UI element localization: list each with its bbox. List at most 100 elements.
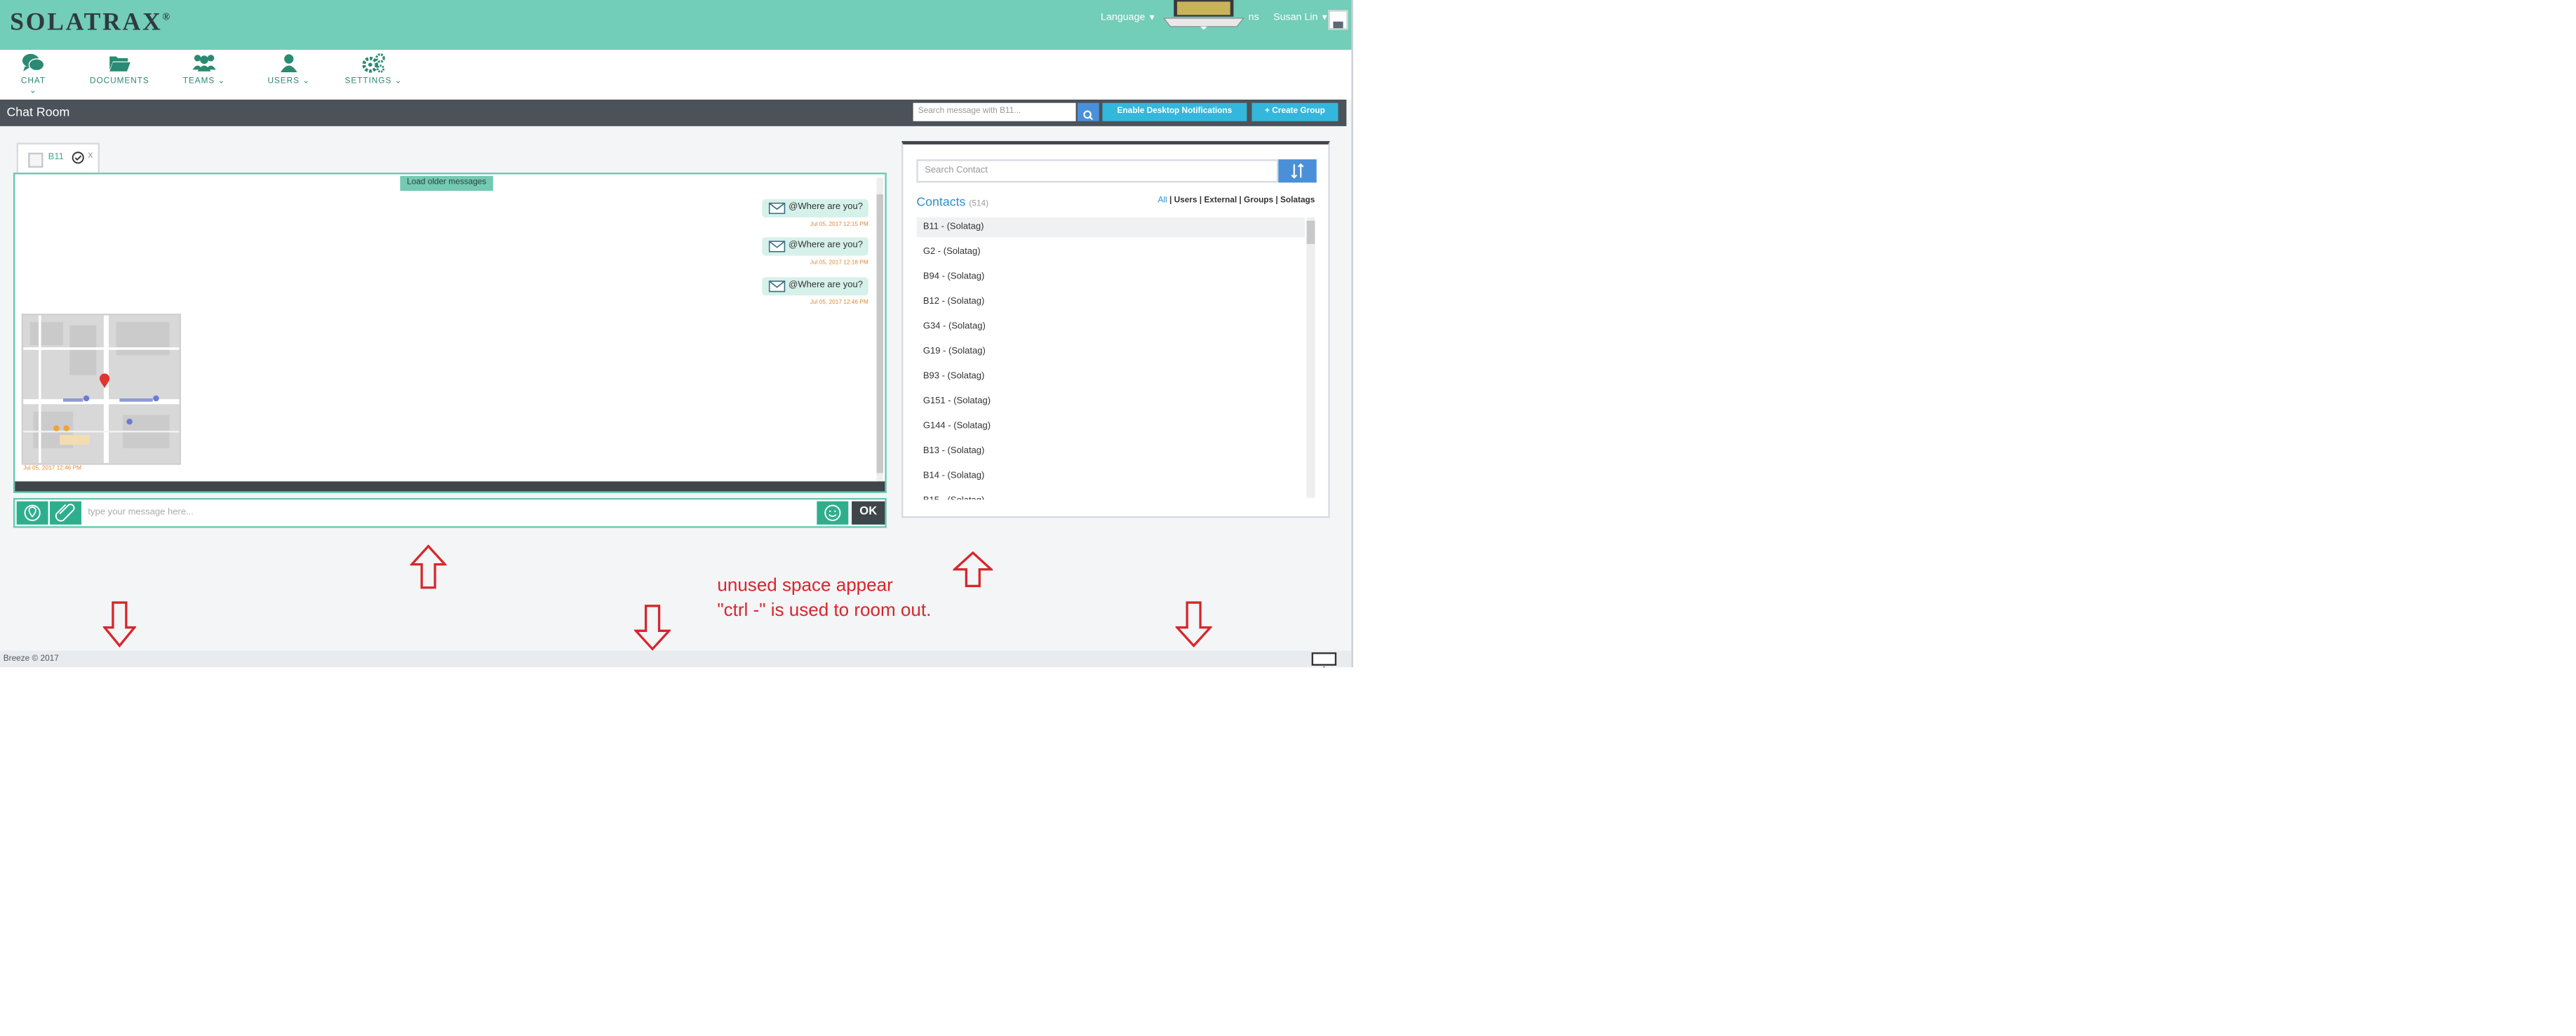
contacts-count: (514) bbox=[969, 199, 989, 210]
filter-external[interactable]: External bbox=[1204, 196, 1237, 206]
user-menu[interactable]: Susan Lin ▼ bbox=[1273, 13, 1329, 23]
laptop-image bbox=[1162, 0, 1245, 30]
chat-scrollbar[interactable] bbox=[876, 177, 884, 482]
contact-row[interactable]: B93 - (Solatag) bbox=[916, 367, 1305, 386]
avatar-icon bbox=[1333, 21, 1343, 29]
sort-contacts-button[interactable] bbox=[1278, 159, 1317, 183]
attach-button[interactable] bbox=[49, 501, 81, 525]
nav-chat[interactable]: CHAT ⌄ bbox=[17, 53, 50, 97]
map-thumbnail bbox=[23, 315, 180, 464]
message-input[interactable]: type your message here... bbox=[88, 503, 812, 523]
message-search-input[interactable]: Search message with B11... bbox=[913, 102, 1076, 121]
nav-documents[interactable]: DOCUMENTS bbox=[88, 53, 151, 86]
copyright-text: Breeze © 2017 bbox=[3, 654, 59, 664]
nav-teams[interactable]: TEAMS ⌄ bbox=[182, 53, 226, 86]
filter-solatags[interactable]: Solatags bbox=[1280, 196, 1315, 206]
message-timestamp: Jul 05, 2017 12:18 PM bbox=[810, 259, 868, 266]
caret-down-icon: ▼ bbox=[1148, 13, 1156, 24]
contact-row[interactable]: B13 - (Solatag) bbox=[916, 442, 1305, 462]
close-tab-button[interactable]: x bbox=[88, 151, 93, 161]
caret-down-icon: ▼ bbox=[1320, 13, 1329, 24]
load-older-button[interactable]: Load older messages bbox=[400, 175, 493, 191]
contact-row[interactable]: G19 - (Solatag) bbox=[916, 342, 1305, 362]
envelope-icon bbox=[768, 202, 786, 215]
back-to-top-button[interactable] bbox=[1311, 652, 1337, 668]
footer: Breeze © 2017 bbox=[0, 650, 1352, 668]
contact-list: B11 - (Solatag) G2 - (Solatag) B94 - (Sola… bbox=[916, 217, 1306, 500]
nav-settings[interactable]: SETTINGS ⌄ bbox=[344, 53, 403, 86]
message-composer: type your message here... OK bbox=[13, 497, 887, 528]
emoji-button[interactable] bbox=[817, 501, 849, 525]
contact-filters: All | Users | External | Groups | Solata… bbox=[1158, 196, 1315, 206]
paperclip-icon bbox=[55, 504, 75, 522]
message-bubble: @Where are you? bbox=[762, 199, 868, 218]
caret-down-icon: ⌄ bbox=[29, 86, 37, 97]
contact-row[interactable]: G151 - (Solatag) bbox=[916, 392, 1305, 412]
user-icon bbox=[280, 54, 297, 72]
main-nav: CHAT ⌄ DOCUMENTS TEAMS ⌄ USERS ⌄ SETTING… bbox=[0, 49, 1352, 100]
down-arrow-annotation-icon bbox=[1175, 601, 1212, 647]
language-menu[interactable]: Language ▼ bbox=[1101, 13, 1156, 23]
contacts-scrollbar[interactable] bbox=[1306, 217, 1315, 498]
location-map-image[interactable] bbox=[21, 314, 181, 465]
contact-avatar bbox=[28, 152, 43, 168]
caret-down-icon: ⌄ bbox=[394, 76, 403, 87]
folder-open-icon bbox=[109, 56, 130, 72]
caret-down-icon: ⌄ bbox=[217, 76, 226, 87]
contacts-panel: Search Contact Contacts (514) All | User… bbox=[901, 141, 1330, 518]
top-bar: SOLATRAX® Language ▼ ns Susan Lin ▼ bbox=[0, 0, 1352, 50]
tab-label: B11 bbox=[48, 152, 64, 163]
envelope-icon bbox=[768, 281, 786, 292]
map-pin-icon bbox=[24, 504, 41, 521]
contact-row[interactable]: B14 - (Solatag) bbox=[916, 466, 1305, 486]
smile-icon bbox=[824, 504, 841, 521]
sort-icon bbox=[1291, 163, 1304, 179]
down-arrow-annotation-icon bbox=[102, 601, 137, 647]
filter-all[interactable]: All bbox=[1158, 196, 1167, 206]
page-title: Chat Room bbox=[6, 105, 70, 120]
user-avatar[interactable] bbox=[1328, 10, 1348, 30]
location-button[interactable] bbox=[16, 501, 48, 525]
down-arrow-annotation-icon bbox=[634, 605, 671, 651]
chat-footer-bar bbox=[15, 481, 885, 492]
comments-icon bbox=[22, 53, 45, 72]
scroll-thumb[interactable] bbox=[1306, 220, 1315, 244]
enable-notifications-button[interactable]: Enable Desktop Notifications bbox=[1102, 102, 1247, 121]
message-timestamp: Jul 05, 2017 12:46 PM bbox=[23, 464, 82, 472]
contact-row[interactable]: B11 - (Solatag) bbox=[916, 217, 1306, 238]
message-search-button[interactable] bbox=[1077, 102, 1099, 121]
message-bubble: @Where are you? bbox=[762, 277, 868, 296]
contacts-heading: Contacts (514) bbox=[916, 194, 989, 210]
search-icon bbox=[1083, 110, 1093, 121]
send-button[interactable]: OK bbox=[852, 501, 885, 525]
contact-row[interactable]: B94 - (Solatag) bbox=[916, 267, 1305, 287]
contact-search-input[interactable]: Search Contact bbox=[916, 159, 1279, 183]
contact-row[interactable]: G2 - (Solatag) bbox=[916, 243, 1305, 262]
chat-tab-b11[interactable]: B11 x bbox=[16, 142, 100, 175]
annotation-text: unused space appear "ctrl -" is used to … bbox=[717, 576, 932, 621]
check-circle-icon[interactable] bbox=[72, 151, 85, 164]
app-window: SOLATRAX® Language ▼ ns Susan Lin ▼ CHAT… bbox=[0, 0, 1353, 668]
caret-down-icon: ⌄ bbox=[302, 76, 311, 87]
chat-messages-panel: Load older messages @Where are you? Jul … bbox=[13, 173, 887, 493]
contact-row[interactable]: G144 - (Solatag) bbox=[916, 417, 1305, 436]
up-arrow-annotation-icon bbox=[410, 544, 447, 589]
create-group-button[interactable]: + Create Group bbox=[1252, 102, 1339, 121]
message-bubble: @Where are you? bbox=[762, 237, 868, 256]
logo[interactable]: SOLATRAX® bbox=[10, 10, 172, 38]
message-timestamp: Jul 05, 2017 12:46 PM bbox=[810, 298, 868, 306]
users-icon bbox=[192, 55, 216, 72]
filter-groups[interactable]: Groups bbox=[1244, 196, 1273, 206]
nav-users[interactable]: USERS ⌄ bbox=[267, 53, 311, 86]
up-arrow-annotation-icon bbox=[953, 551, 993, 588]
contact-row[interactable]: B12 - (Solatag) bbox=[916, 292, 1305, 312]
envelope-icon bbox=[768, 241, 786, 253]
room-header: Chat Room Search message with B11... Ena… bbox=[0, 99, 1347, 126]
contact-row[interactable]: G34 - (Solatag) bbox=[916, 317, 1305, 337]
arrow-up-icon bbox=[1322, 666, 1325, 668]
truncated-link[interactable]: ns bbox=[1249, 13, 1259, 23]
filter-users[interactable]: Users bbox=[1174, 196, 1198, 206]
message-timestamp: Jul 05, 2017 12:15 PM bbox=[810, 220, 868, 228]
contact-row[interactable]: B15 - (Solatag) bbox=[916, 492, 1305, 500]
scroll-thumb[interactable] bbox=[876, 194, 884, 473]
